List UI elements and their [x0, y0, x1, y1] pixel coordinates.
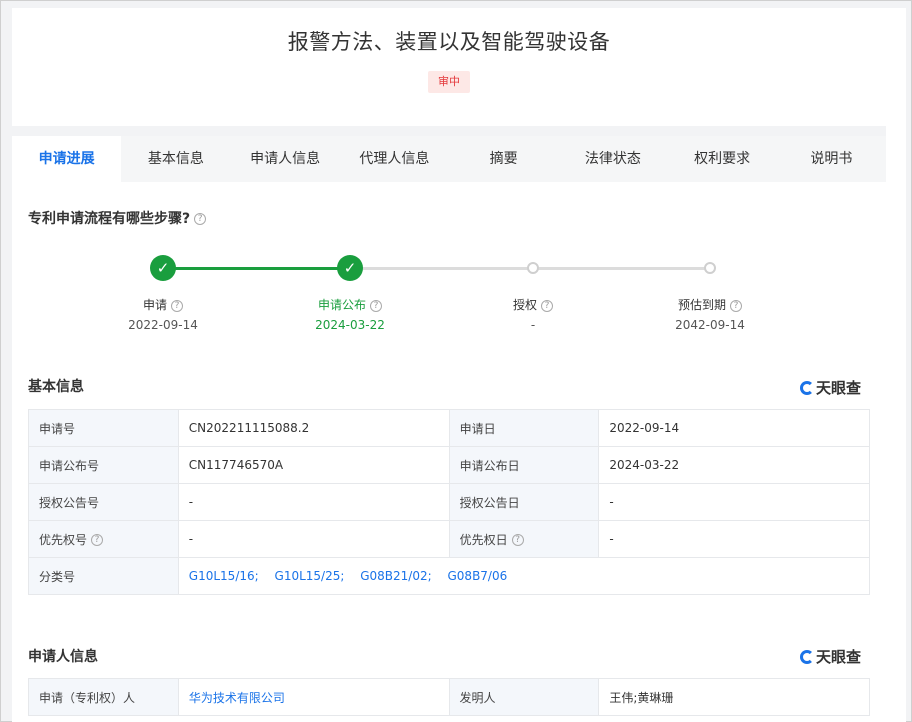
step-date: 2042-09-14 [675, 318, 745, 332]
classification-link[interactable]: G08B21/02; [360, 569, 431, 583]
tianyancha-logo[interactable]: 天眼查 [800, 646, 861, 667]
field-label: 优先权日? [448, 520, 600, 558]
help-icon[interactable]: ? [194, 213, 207, 225]
tab-claims[interactable]: 权利要求 [668, 136, 777, 182]
brand-name: 天眼查 [816, 379, 862, 397]
patent-page: 报警方法、装置以及智能驾驶设备 审中 申请进展 基本信息 申请人信息 代理人信息… [12, 8, 886, 722]
progress-steps: ✓ ✓ 申请? 2022-09-14 申请公布? 2024-03-22 授权? … [12, 248, 886, 338]
step-date: 2022-09-14 [128, 318, 198, 332]
field-label: 申请公布日 [448, 446, 600, 484]
basic-info-table: 申请号 CN202211115088.2 申请日 2022-09-14 申请公布… [28, 409, 871, 595]
field-value: 2022-09-14 [598, 409, 870, 447]
classification-link[interactable]: G10L15/25; [275, 569, 345, 583]
help-icon[interactable]: ? [91, 534, 104, 546]
tab-legal-status[interactable]: 法律状态 [558, 136, 667, 182]
help-icon[interactable]: ? [370, 299, 382, 312]
field-value: - [177, 483, 450, 521]
applicant-info-heading: 申请人信息 [28, 649, 98, 665]
help-icon[interactable]: ? [541, 299, 553, 312]
field-label-text: 优先权号 [39, 532, 88, 547]
field-value: 2024-03-22 [598, 446, 870, 484]
table-row: 申请（专利权）人 华为技术有限公司 发明人 王伟;黄琳珊 [28, 678, 870, 716]
classification-link[interactable]: G10L15/16; [189, 569, 259, 583]
tab-progress[interactable]: 申请进展 [12, 136, 122, 182]
field-label: 申请公布号 [28, 446, 179, 484]
table-row: 申请号 CN202211115088.2 申请日 2022-09-14 [28, 409, 870, 447]
check-icon: ✓ [150, 255, 176, 281]
table-row: 优先权号? - 优先权日? - [28, 520, 870, 558]
tab-description[interactable]: 说明书 [777, 136, 886, 182]
step-label: 申请? [93, 296, 233, 313]
help-icon[interactable]: ? [730, 299, 742, 312]
table-row: 授权公告号 - 授权公告日 - [28, 483, 870, 521]
applicant-link[interactable]: 华为技术有限公司 [189, 691, 285, 705]
page-title: 报警方法、装置以及智能驾驶设备 [287, 30, 611, 54]
step-label: 授权? [463, 296, 603, 313]
field-label-text: 优先权日 [459, 532, 508, 547]
step-label-text: 申请 [142, 298, 167, 312]
divider [12, 126, 886, 136]
help-icon[interactable]: ? [171, 299, 183, 312]
tianyancha-logo-icon [800, 650, 814, 664]
scrollbar-track[interactable] [886, 8, 906, 722]
field-label: 分类号 [28, 557, 179, 595]
step-date: - [530, 318, 536, 332]
step-line-done [163, 267, 350, 270]
field-value: 王伟;黄琳珊 [598, 678, 870, 716]
step-label-text: 预估到期 [677, 298, 726, 312]
step-pending-dot [527, 262, 539, 274]
tab-basic-info[interactable]: 基本信息 [121, 136, 230, 182]
step-label: 预估到期? [640, 296, 780, 313]
classification-list: G10L15/16; G10L15/25; G08B21/02; G08B7/0… [177, 557, 871, 595]
help-icon[interactable]: ? [511, 534, 524, 546]
basic-info-heading: 基本信息 [28, 379, 84, 395]
tab-applicant-info[interactable]: 申请人信息 [231, 136, 340, 182]
tab-agent-info[interactable]: 代理人信息 [340, 136, 449, 182]
field-value: CN202211115088.2 [177, 409, 450, 447]
field-label: 申请日 [448, 409, 600, 447]
field-value: - [598, 483, 870, 521]
check-icon: ✓ [337, 255, 363, 281]
status-badge: 审中 [428, 71, 470, 93]
field-value: - [598, 520, 870, 558]
field-label: 授权公告日 [448, 483, 600, 521]
step-label-text: 授权 [512, 298, 537, 312]
field-value: - [177, 520, 450, 558]
applicant-info-table: 申请（专利权）人 华为技术有限公司 发明人 王伟;黄琳珊 [28, 678, 870, 716]
field-label: 优先权号? [28, 520, 179, 558]
step-pending-dot [704, 262, 716, 274]
table-row: 分类号 G10L15/16; G10L15/25; G08B21/02; G08… [28, 557, 871, 595]
tab-abstract[interactable]: 摘要 [449, 136, 558, 182]
progress-heading: 专利申请流程有哪些步骤?? [28, 208, 207, 228]
brand-name: 天眼查 [816, 648, 862, 666]
field-label: 发明人 [448, 678, 600, 716]
tianyancha-logo[interactable]: 天眼查 [800, 377, 861, 398]
field-value: CN117746570A [177, 446, 450, 484]
table-row: 申请公布号 CN117746570A 申请公布日 2024-03-22 [28, 446, 870, 484]
tab-bar: 申请进展 基本信息 申请人信息 代理人信息 摘要 法律状态 权利要求 说明书 [12, 136, 886, 182]
step-date: 2024-03-22 [315, 318, 385, 332]
field-label: 申请（专利权）人 [28, 678, 179, 716]
field-label: 申请号 [28, 409, 179, 447]
field-value: 华为技术有限公司 [177, 678, 450, 716]
progress-heading-text: 专利申请流程有哪些步骤? [28, 211, 191, 227]
step-label-text: 申请公布 [317, 298, 366, 312]
classification-link[interactable]: G08B7/06 [448, 569, 508, 583]
step-label: 申请公布? [280, 296, 420, 313]
tianyancha-logo-icon [800, 381, 814, 395]
field-label: 授权公告号 [28, 483, 179, 521]
